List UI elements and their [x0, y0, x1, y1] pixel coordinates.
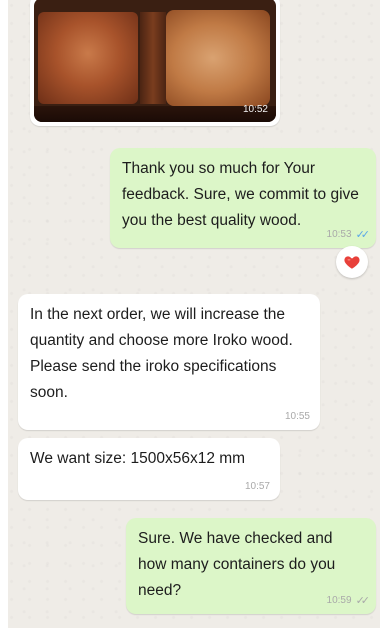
message-text: Thank you so much for Your feedback. Sur… [122, 160, 359, 229]
message-meta: 10:59 ✓✓ [326, 595, 371, 607]
message-time: 10:59 [326, 595, 352, 606]
red-heart-icon [344, 256, 360, 269]
message-text: We want size: 1500x56x12 mm [30, 450, 246, 467]
chat-area: 10:52 Thank you so much for Your feedbac… [8, 0, 380, 628]
message-time: 10:53 [326, 229, 352, 240]
message-meta: 10:57 [245, 481, 270, 493]
incoming-message[interactable]: In the next order, we will increase the … [18, 294, 320, 430]
wood-logs-photo[interactable]: 10:52 [34, 0, 276, 122]
log-end-left [38, 12, 138, 104]
log-end-right [166, 10, 270, 106]
outgoing-message[interactable]: Sure. We have checked and how many conta… [126, 518, 376, 614]
message-text: In the next order, we will increase the … [30, 306, 293, 401]
read-ticks-icon: ✓✓ [355, 229, 371, 241]
reaction-badge[interactable] [336, 246, 368, 278]
message-meta: 10:55 [285, 411, 310, 423]
message-time: 10:55 [284, 411, 310, 422]
incoming-message[interactable]: We want size: 1500x56x12 mm 10:57 [18, 438, 280, 500]
log-side [140, 12, 166, 104]
image-message[interactable]: 10:52 [30, 0, 280, 126]
message-text: Sure. We have checked and how many conta… [138, 530, 336, 599]
message-meta: 10:53 ✓✓ [326, 229, 371, 241]
plank [34, 106, 276, 122]
message-time: 10:52 [242, 104, 268, 115]
outgoing-message[interactable]: Thank you so much for Your feedback. Sur… [110, 148, 376, 248]
delivered-ticks-icon: ✓✓ [355, 595, 371, 607]
message-time: 10:57 [244, 481, 270, 492]
